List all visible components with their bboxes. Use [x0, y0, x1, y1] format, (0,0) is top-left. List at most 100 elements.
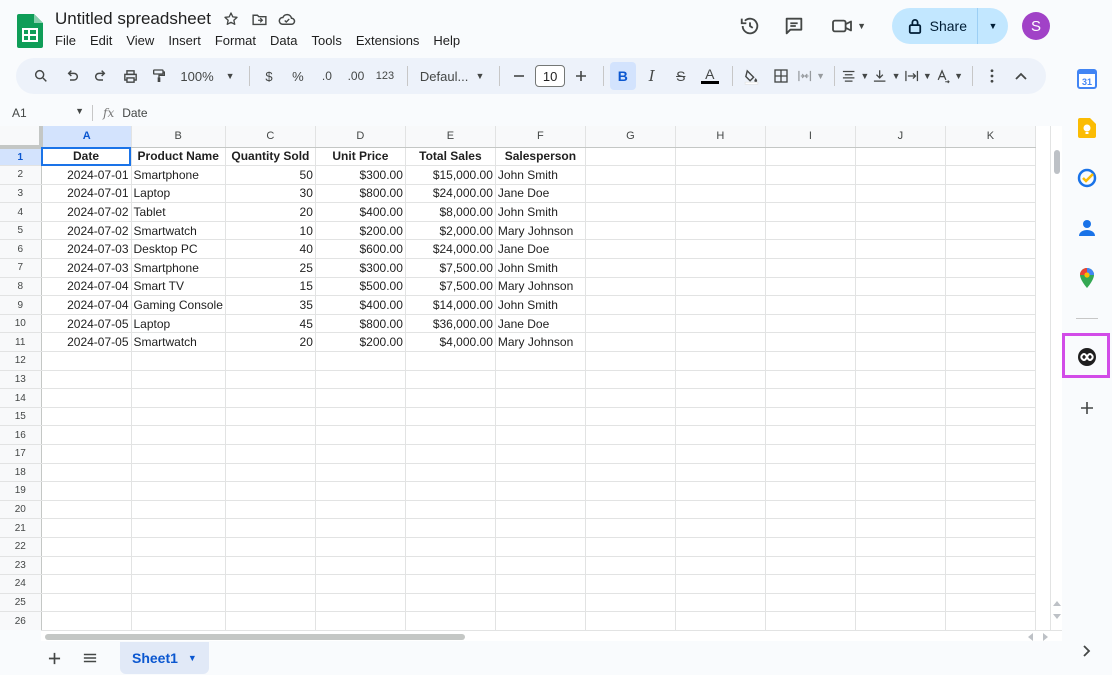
- cell[interactable]: $200.00: [315, 221, 406, 241]
- cell[interactable]: Date: [41, 147, 132, 167]
- cell[interactable]: [945, 239, 1036, 260]
- cell[interactable]: [225, 556, 316, 576]
- cell[interactable]: [855, 593, 946, 613]
- column-header-c[interactable]: C: [225, 126, 316, 148]
- keep-icon[interactable]: [1075, 116, 1099, 140]
- fill-color-button[interactable]: [739, 62, 765, 90]
- menu-data[interactable]: Data: [263, 32, 304, 49]
- cell[interactable]: [405, 370, 496, 390]
- cell[interactable]: Unit Price: [315, 147, 406, 167]
- cell[interactable]: [225, 500, 316, 520]
- cell[interactable]: [945, 407, 1036, 427]
- cell[interactable]: [765, 147, 856, 167]
- cell[interactable]: $800.00: [315, 184, 406, 204]
- share-dropdown-button[interactable]: ▼: [978, 21, 1008, 31]
- cell[interactable]: [675, 537, 766, 557]
- cell[interactable]: Total Sales: [405, 147, 496, 167]
- cell[interactable]: [765, 239, 856, 260]
- cell[interactable]: 40: [225, 239, 316, 260]
- column-header-k[interactable]: K: [945, 126, 1036, 148]
- scroll-right-icon[interactable]: [1043, 633, 1049, 641]
- cell[interactable]: 2024-07-02: [41, 221, 132, 241]
- cell[interactable]: [765, 425, 856, 445]
- cell[interactable]: [495, 500, 586, 520]
- cell[interactable]: [765, 574, 856, 594]
- cell[interactable]: [585, 277, 676, 297]
- cell[interactable]: Salesperson: [495, 147, 586, 167]
- menu-help[interactable]: Help: [426, 32, 467, 49]
- cell[interactable]: Jane Doe: [495, 239, 586, 260]
- zoom-select[interactable]: 100% ▼: [175, 62, 240, 90]
- cell[interactable]: [315, 611, 406, 630]
- cell[interactable]: [315, 370, 406, 390]
- cell[interactable]: [855, 537, 946, 557]
- cell[interactable]: [225, 611, 316, 630]
- all-sheets-button[interactable]: [72, 643, 108, 673]
- cell[interactable]: [585, 239, 676, 260]
- row-header[interactable]: 23: [0, 556, 42, 576]
- font-select[interactable]: Defaul... ▼: [414, 62, 491, 90]
- comments-button[interactable]: [776, 8, 812, 44]
- cell[interactable]: Smartwatch: [131, 332, 226, 353]
- cell[interactable]: [765, 593, 856, 613]
- cell[interactable]: [675, 425, 766, 445]
- cell[interactable]: 30: [225, 184, 316, 204]
- strikethrough-button[interactable]: S: [668, 62, 694, 90]
- cell[interactable]: $36,000.00: [405, 314, 496, 334]
- cell[interactable]: [855, 351, 946, 371]
- row-header[interactable]: 3: [0, 184, 42, 204]
- cell[interactable]: [131, 463, 226, 483]
- cell[interactable]: [585, 611, 676, 630]
- cell[interactable]: [41, 611, 132, 630]
- cell[interactable]: Mary Johnson: [495, 332, 586, 353]
- row-header[interactable]: 13: [0, 370, 42, 390]
- bold-button[interactable]: B: [609, 62, 636, 90]
- column-header-b[interactable]: B: [131, 126, 226, 148]
- row-header[interactable]: 26: [0, 611, 42, 630]
- column-header-d[interactable]: D: [315, 126, 406, 148]
- cell[interactable]: [945, 277, 1036, 297]
- cell[interactable]: 2024-07-02: [41, 202, 132, 222]
- cell[interactable]: Smartwatch: [131, 221, 226, 241]
- star-icon[interactable]: [222, 10, 240, 28]
- cell[interactable]: [585, 593, 676, 613]
- cell[interactable]: [855, 388, 946, 408]
- cell[interactable]: [405, 593, 496, 613]
- cell[interactable]: [765, 332, 856, 353]
- cell[interactable]: 20: [225, 332, 316, 353]
- cell[interactable]: $400.00: [315, 202, 406, 222]
- cell[interactable]: [855, 239, 946, 260]
- row-header[interactable]: 7: [0, 258, 42, 278]
- cell[interactable]: [585, 481, 676, 501]
- cell[interactable]: [131, 611, 226, 630]
- cell[interactable]: [765, 277, 856, 297]
- cell[interactable]: [855, 463, 946, 483]
- spreadsheet-grid[interactable]: ABCDEFGHIJK 1 Date Product Name Quantity So…: [0, 126, 1050, 630]
- cell[interactable]: [675, 407, 766, 427]
- cell[interactable]: [585, 221, 676, 241]
- cell[interactable]: Smartphone: [131, 165, 226, 185]
- cell[interactable]: [131, 370, 226, 390]
- cell[interactable]: [585, 574, 676, 594]
- cell[interactable]: [855, 277, 946, 297]
- decrease-font-size-button[interactable]: [506, 62, 532, 90]
- cell[interactable]: [765, 202, 856, 222]
- cell[interactable]: [585, 500, 676, 520]
- more-formats-button[interactable]: 123: [372, 62, 398, 90]
- column-header-h[interactable]: H: [675, 126, 766, 148]
- column-header-g[interactable]: G: [585, 126, 676, 148]
- cell[interactable]: 15: [225, 277, 316, 297]
- cell[interactable]: [41, 556, 132, 576]
- row-header[interactable]: 18: [0, 463, 42, 483]
- cell[interactable]: [315, 425, 406, 445]
- print-button[interactable]: [117, 62, 143, 90]
- version-history-button[interactable]: [732, 8, 768, 44]
- menu-format[interactable]: Format: [208, 32, 263, 49]
- cell[interactable]: [41, 370, 132, 390]
- cell[interactable]: $300.00: [315, 258, 406, 278]
- cell[interactable]: John Smith: [495, 165, 586, 185]
- cell[interactable]: [855, 295, 946, 315]
- cell[interactable]: [855, 481, 946, 501]
- scroll-left-icon[interactable]: [1027, 633, 1033, 641]
- cell[interactable]: [675, 611, 766, 630]
